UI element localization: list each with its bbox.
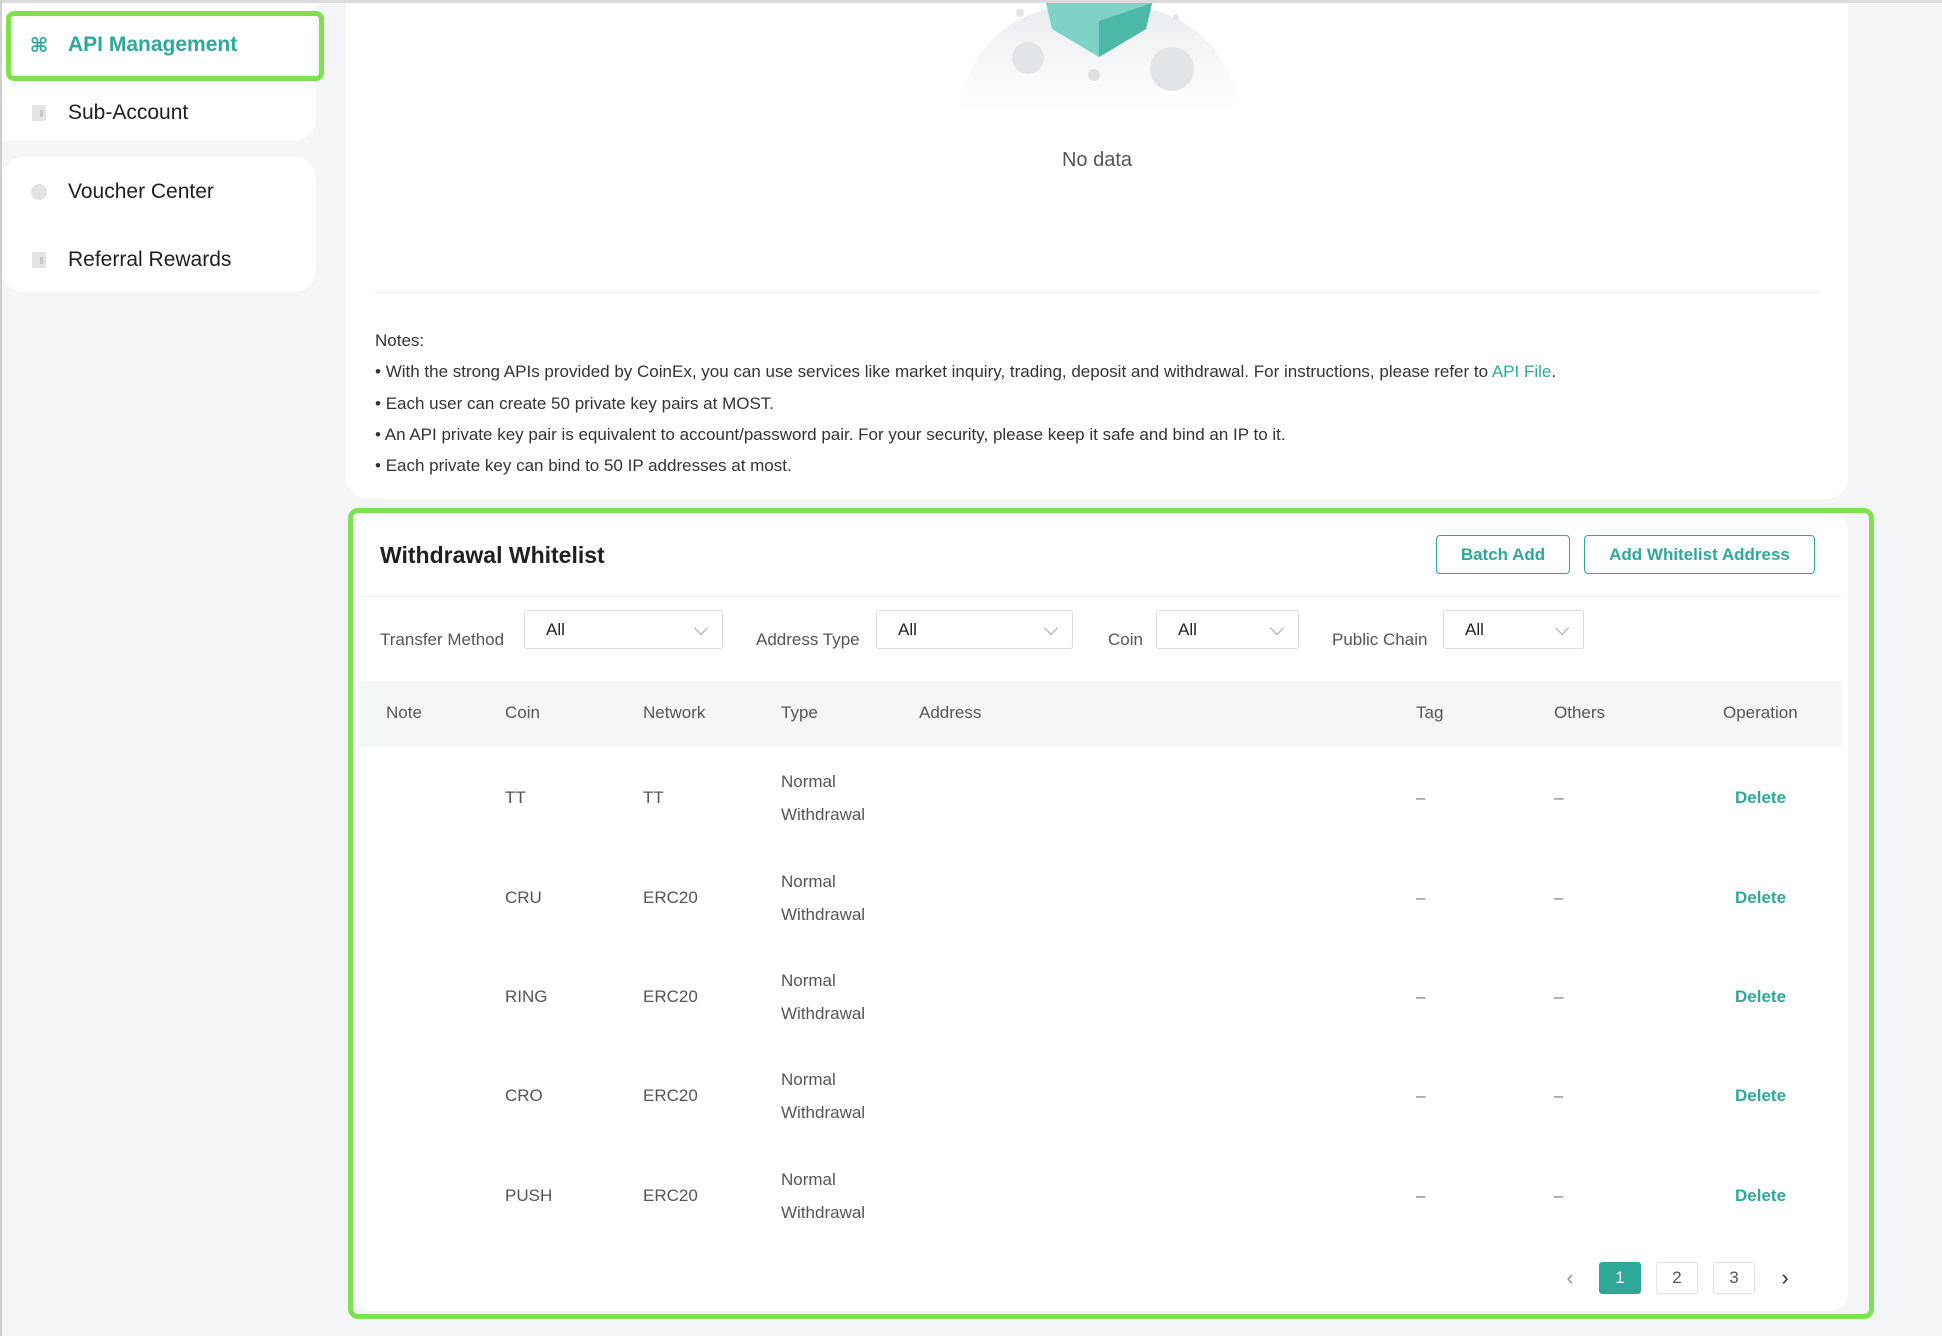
notes-title: Notes: (375, 331, 425, 350)
note-item: An API private key pair is equivalent to… (375, 419, 1556, 450)
divider (374, 292, 1820, 293)
note-text: With the strong APIs provided by CoinEx,… (385, 362, 1492, 382)
no-data-text: No data (1061, 149, 1133, 171)
api-key-card: No data Notes: With the strong APIs prov… (346, 3, 1848, 499)
sidebar-item-label: Sub-Account (68, 101, 189, 124)
sidebar-group-rewards: Voucher Center Referral Rewards (2, 157, 316, 292)
note-end: . (1551, 362, 1557, 382)
api-management-highlight (6, 11, 324, 81)
sub-account-icon (28, 102, 50, 124)
sidebar-item-voucher-center[interactable]: Voucher Center (2, 162, 316, 222)
sidebar-item-label: Voucher Center (68, 180, 214, 203)
note-item: With the strong APIs provided by CoinEx,… (375, 356, 1556, 387)
withdrawal-whitelist-highlight (348, 508, 1874, 1319)
note-item: Each private key can bind to 50 IP addre… (375, 450, 1556, 481)
sidebar-item-referral-rewards[interactable]: Referral Rewards (2, 230, 316, 290)
api-file-link[interactable]: API File (1492, 362, 1552, 381)
referral-icon (28, 249, 50, 271)
empty-box-illustration (958, 3, 1240, 111)
note-item: Each user can create 50 private key pair… (375, 388, 1556, 419)
notes: Notes: With the strong APIs provided by … (375, 325, 1556, 481)
sidebar-item-label: Referral Rewards (68, 248, 232, 271)
voucher-icon (28, 181, 50, 203)
sidebar-item-sub-account[interactable]: Sub-Account (2, 83, 316, 143)
